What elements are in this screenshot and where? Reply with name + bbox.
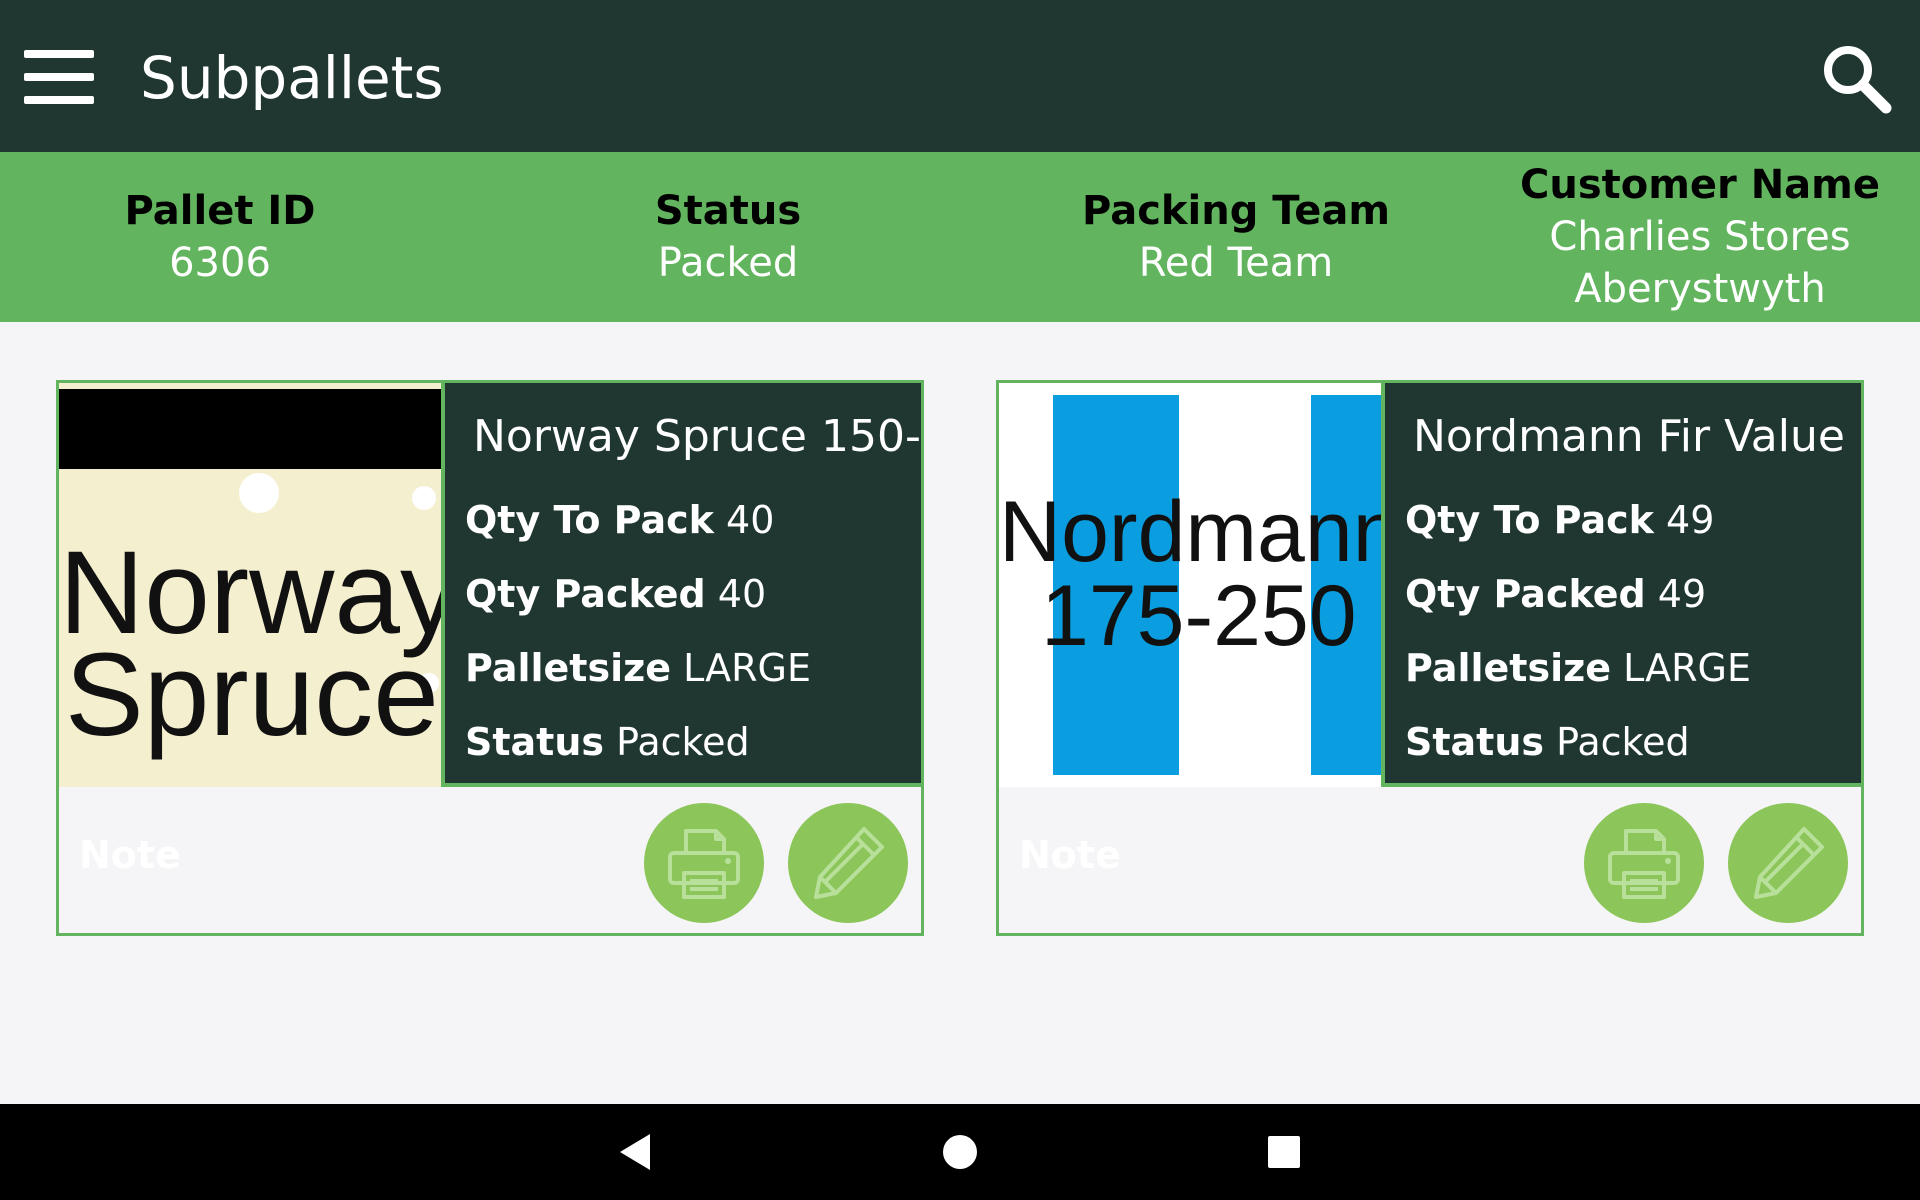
qty-packed-label: Qty Packed (465, 572, 706, 616)
qty-to-pack-label: Qty To Pack (465, 498, 714, 542)
edit-button[interactable] (1728, 803, 1848, 923)
customer-name-field: Customer Name Charlies Stores Aberystwyt… (1500, 152, 1900, 322)
palletsize-label: Palletsize (465, 646, 671, 690)
system-nav-bar (0, 1104, 1920, 1200)
image-text-line1: Nordmann (999, 484, 1381, 580)
qty-to-pack-value: 40 (726, 498, 775, 542)
printer-icon (1608, 829, 1680, 899)
status-label: Status (654, 188, 802, 234)
card-status-value: Packed (616, 720, 750, 764)
status-value: Packed (657, 240, 799, 286)
customer-name-line2: Aberystwyth (1574, 266, 1826, 312)
hamburger-menu-icon[interactable] (24, 50, 94, 104)
card-status-label: Status (1405, 720, 1545, 764)
pallet-info-bar: Pallet ID 6306 Status Packed Packing Tea… (0, 152, 1920, 322)
product-image: Norway Spruce (59, 383, 441, 787)
qty-to-pack-value: 49 (1666, 498, 1715, 542)
qty-packed-value: 49 (1657, 572, 1707, 616)
packing-team-field: Packing Team Red Team (1056, 152, 1416, 322)
pallet-id-label: Pallet ID (124, 188, 316, 234)
pallet-id-value: 6306 (169, 240, 271, 286)
qty-packed-row: Qty Packed 40 (465, 569, 766, 619)
image-text-line2: Spruce (65, 629, 439, 761)
pencil-icon (1754, 827, 1824, 899)
search-icon[interactable] (1820, 42, 1892, 114)
pencil-icon (814, 827, 884, 899)
edit-button[interactable] (788, 803, 908, 923)
home-circle-icon[interactable] (932, 1124, 988, 1180)
print-button[interactable] (1584, 803, 1704, 923)
product-details: Norway Spruce 150-2 Qty To Pack 40 Qty P… (441, 383, 921, 787)
product-details: Nordmann Fir Value Qty To Pack 49 Qty Pa… (1381, 383, 1861, 787)
printer-icon (668, 829, 740, 899)
back-triangle-icon[interactable] (608, 1124, 664, 1180)
qty-to-pack-row: Qty To Pack 49 (1405, 495, 1714, 545)
product-image: Nordmann 175-250 (999, 383, 1381, 787)
image-text-line2: 175-250 (1041, 568, 1357, 664)
card-status-label: Status (465, 720, 605, 764)
palletsize-row: Palletsize LARGE (465, 643, 811, 693)
note-text: Note (79, 833, 181, 877)
qty-packed-row: Qty Packed 49 (1405, 569, 1706, 619)
palletsize-value: LARGE (1623, 646, 1751, 690)
qty-packed-value: 40 (717, 572, 767, 616)
qty-to-pack-label: Qty To Pack (1405, 498, 1654, 542)
subpallet-card[interactable]: Nordmann 175-250 Nordmann Fir Value Qty … (996, 380, 1864, 936)
recents-square-icon[interactable] (1256, 1124, 1312, 1180)
status-row: Status Packed (1405, 717, 1690, 767)
page-title: Subpallets (140, 44, 444, 112)
status-row: Status Packed (465, 717, 750, 767)
palletsize-label: Palletsize (1405, 646, 1611, 690)
product-name: Norway Spruce 150-2 (473, 411, 921, 462)
app-bar: Subpallets (0, 0, 1920, 152)
customer-name-line1: Charlies Stores (1549, 214, 1851, 260)
product-name: Nordmann Fir Value (1413, 411, 1845, 462)
customer-name-label: Customer Name (1520, 162, 1880, 208)
subpallet-card[interactable]: Norway Spruce Norway Spruce 150-2 Qty To… (56, 380, 924, 936)
print-button[interactable] (644, 803, 764, 923)
palletsize-row: Palletsize LARGE (1405, 643, 1751, 693)
note-text: Note (1019, 833, 1121, 877)
pallet-id-field: Pallet ID 6306 (40, 152, 400, 322)
palletsize-value: LARGE (683, 646, 811, 690)
packing-team-label: Packing Team (1081, 188, 1391, 234)
card-status-value: Packed (1556, 720, 1690, 764)
packing-team-value: Red Team (1138, 240, 1334, 286)
qty-to-pack-row: Qty To Pack 40 (465, 495, 774, 545)
status-field: Status Packed (548, 152, 908, 322)
qty-packed-label: Qty Packed (1405, 572, 1646, 616)
